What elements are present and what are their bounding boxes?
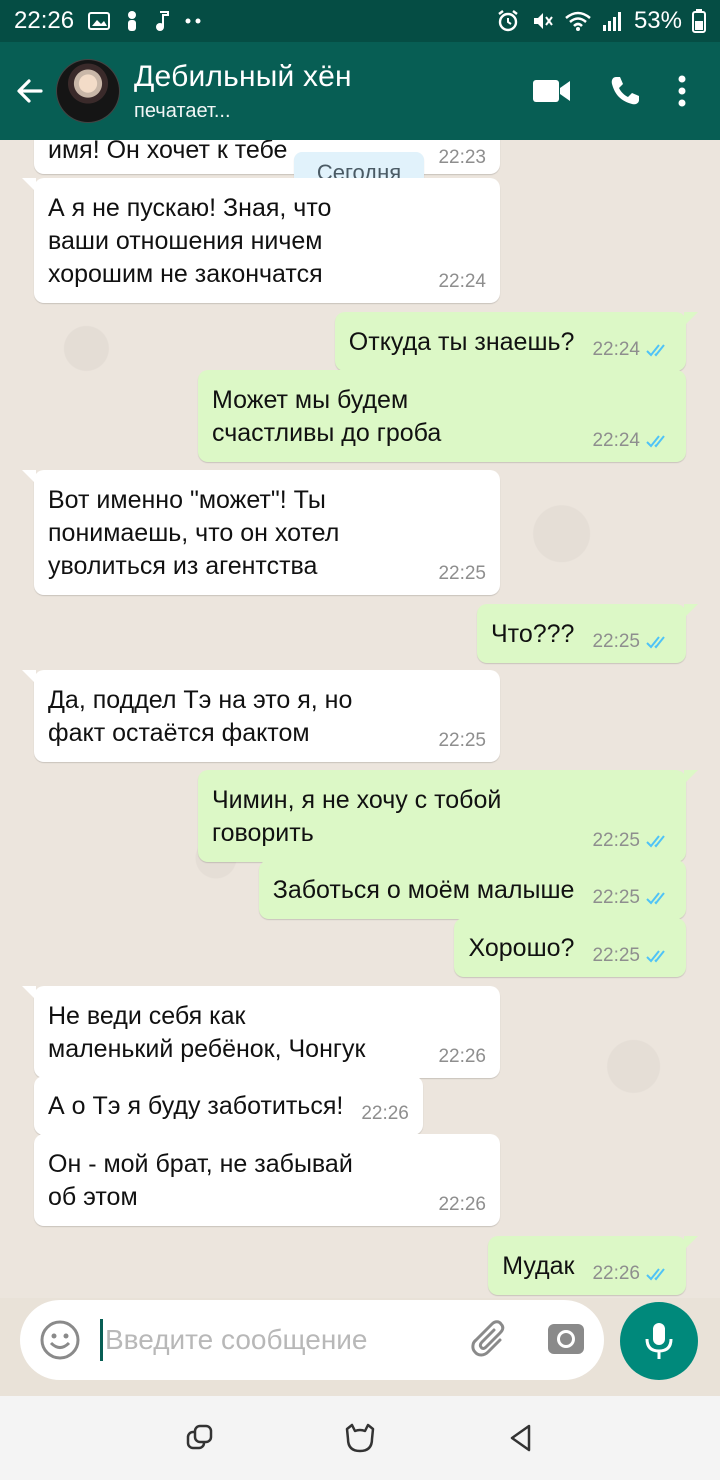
message-text: имя! Он хочет к тебе <box>48 140 288 164</box>
message-time: 22:26 <box>438 1046 486 1067</box>
read-ticks-icon <box>646 1268 665 1281</box>
message-time: 22:25 <box>438 563 486 584</box>
message-text: Чимин, я не хочу с тобой говорить <box>212 786 502 847</box>
message-outgoing[interactable]: Может мы будем счастливы до гроба 22:24 <box>198 370 686 462</box>
text-cursor <box>100 1319 103 1361</box>
message-time: 22:25 <box>592 887 640 908</box>
chat-header: Дебильный хён печатает... <box>0 42 720 140</box>
mute-icon <box>530 9 554 33</box>
message-incoming[interactable]: имя! Он хочет к тебе 22:23 <box>34 140 500 174</box>
message-text: Он - мой брат, не забывай об этом <box>48 1150 353 1211</box>
message-text: Да, поддел Тэ на это я, но факт остаётся… <box>48 686 353 747</box>
more-dots-icon <box>184 18 204 24</box>
battery-icon <box>692 9 706 33</box>
message-time: 22:25 <box>592 830 640 851</box>
message-text: Вот именно "может"! Ты понимаешь, что он… <box>48 486 340 580</box>
menu-icon[interactable] <box>678 75 686 107</box>
message-time: 22:26 <box>592 1263 640 1284</box>
message-incoming[interactable]: Вот именно "может"! Ты понимаешь, что он… <box>22 470 500 595</box>
system-nav-bar <box>0 1396 720 1480</box>
message-outgoing[interactable]: Мудак 22:26 <box>488 1236 698 1295</box>
message-time: 22:24 <box>438 271 486 292</box>
message-outgoing[interactable]: Заботься о моём малыше 22:25 <box>258 860 686 919</box>
message-time: 22:23 <box>438 147 486 168</box>
contact-info[interactable]: Дебильный хён печатает... <box>134 60 352 123</box>
wifi-icon <box>564 10 592 32</box>
mic-button[interactable] <box>620 1302 698 1380</box>
message-time: 22:25 <box>592 945 640 966</box>
message-text: Откуда ты знаешь? <box>348 328 575 356</box>
message-outgoing[interactable]: Что??? 22:25 <box>477 604 698 663</box>
back-arrow-icon[interactable] <box>4 42 56 140</box>
status-time: 22:26 <box>14 7 75 34</box>
contact-status: печатает... <box>134 99 231 122</box>
video-call-icon[interactable] <box>532 78 572 104</box>
signal-icon <box>602 10 624 32</box>
read-ticks-icon <box>646 950 665 963</box>
message-text: Заботься о моём малыше <box>272 876 575 904</box>
chat-area[interactable]: имя! Он хочет к тебе 22:23 Сегодня А я н… <box>0 140 720 1298</box>
message-outgoing[interactable]: Откуда ты знаешь? 22:24 <box>334 312 699 371</box>
status-bar: 22:26 53% <box>0 0 720 42</box>
message-text: Может мы будем счастливы до гроба <box>212 386 442 447</box>
message-time: 22:26 <box>438 1194 486 1215</box>
read-ticks-icon <box>646 636 665 649</box>
message-incoming[interactable]: Не веди себя как маленький ребёнок, Чонг… <box>22 986 500 1078</box>
read-ticks-icon <box>646 835 665 848</box>
message-composer[interactable]: Введите сообщение <box>20 1300 604 1380</box>
alarm-icon <box>496 9 520 33</box>
contact-name: Дебильный хён <box>134 59 352 93</box>
message-input[interactable]: Введите сообщение <box>105 1324 368 1356</box>
message-incoming[interactable]: А о Тэ я буду заботиться! 22:26 <box>34 1076 423 1135</box>
message-time: 22:26 <box>361 1103 409 1124</box>
message-text: Хорошо? <box>468 934 575 962</box>
message-time: 22:25 <box>438 730 486 751</box>
home-icon[interactable] <box>330 1408 390 1468</box>
message-time: 22:24 <box>592 430 640 451</box>
message-text: А о Тэ я буду заботиться! <box>48 1092 344 1120</box>
emoji-icon[interactable] <box>38 1318 82 1362</box>
avatar[interactable] <box>56 59 120 123</box>
recent-apps-icon[interactable] <box>170 1408 230 1468</box>
message-outgoing[interactable]: Чимин, я не хочу с тобой говорить 22:25 <box>198 770 698 862</box>
person-icon <box>124 10 140 32</box>
music-note-icon <box>154 10 170 32</box>
message-text: А я не пускаю! Зная, что ваши отношения … <box>48 194 332 288</box>
message-incoming[interactable]: А я не пускаю! Зная, что ваши отношения … <box>22 178 500 303</box>
mic-icon <box>645 1323 673 1359</box>
phone-icon[interactable] <box>608 74 642 108</box>
read-ticks-icon <box>646 892 665 905</box>
back-nav-icon[interactable] <box>490 1408 550 1468</box>
battery-level: 53% <box>633 7 682 34</box>
message-time: 22:24 <box>592 339 640 360</box>
read-ticks-icon <box>646 344 665 357</box>
message-text: Мудак <box>502 1252 575 1280</box>
image-icon <box>88 11 111 31</box>
attach-icon[interactable] <box>470 1318 510 1363</box>
message-outgoing[interactable]: Хорошо? 22:25 <box>454 918 686 977</box>
read-ticks-icon <box>646 435 665 448</box>
message-time: 22:25 <box>592 631 640 652</box>
message-incoming[interactable]: Он - мой брат, не забывай об этом 22:26 <box>34 1134 500 1226</box>
camera-icon[interactable] <box>546 1318 586 1363</box>
message-text: Не веди себя как маленький ребёнок, Чонг… <box>48 1002 366 1063</box>
message-incoming[interactable]: Да, поддел Тэ на это я, но факт остаётся… <box>22 670 500 762</box>
message-text: Что??? <box>491 620 575 648</box>
